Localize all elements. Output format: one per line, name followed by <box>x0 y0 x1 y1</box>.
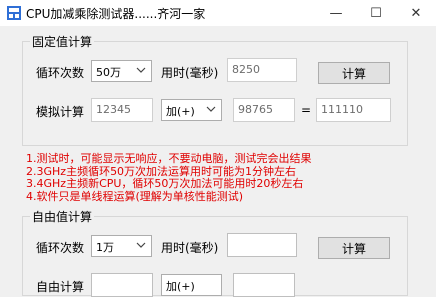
free-time-label: 用时(毫秒) <box>161 241 219 255</box>
fixed-time-label: 用时(毫秒) <box>161 66 219 80</box>
free-time-field[interactable] <box>227 233 297 257</box>
minimize-icon: — <box>329 5 343 21</box>
free-loop-value: 1万 <box>96 241 114 254</box>
fixed-calc-button[interactable]: 计算 <box>318 62 390 84</box>
close-icon: ✕ <box>410 5 422 21</box>
free-calc-button-label: 计算 <box>341 241 366 256</box>
fixed-time-field: 8250 <box>227 58 297 82</box>
note-item: 1.测试时，可能显示无响应，不要动电脑，测试完会出结果 <box>26 152 312 165</box>
free-operand1-field[interactable] <box>91 273 153 297</box>
fixed-group-title: 固定值计算 <box>30 33 95 50</box>
notes-list: 1.测试时，可能显示无响应，不要动电脑，测试完会出结果 2.3GHz主频循环50… <box>26 152 312 203</box>
fixed-calc-button-label: 计算 <box>341 66 366 81</box>
fixed-calc-group <box>22 41 408 146</box>
free-sim-label: 自由计算 <box>36 280 85 294</box>
chevron-down-icon <box>136 67 146 73</box>
window-title: CPU加减乘除测试器......齐河一家 <box>26 7 206 21</box>
chevron-down-icon <box>136 242 146 248</box>
close-button[interactable]: ✕ <box>396 0 436 26</box>
fixed-loop-value: 50万 <box>96 66 121 79</box>
free-loop-label: 循环次数 <box>36 241 85 255</box>
chevron-down-icon <box>206 106 216 112</box>
title-bar: CPU加减乘除测试器......齐河一家 — ☐ ✕ <box>0 0 436 26</box>
note-item: 4.软件只是单线程运算(理解为单核性能测试) <box>26 189 244 203</box>
fixed-loop-select[interactable]: 50万 <box>91 60 152 82</box>
fixed-loop-label: 循环次数 <box>36 66 85 80</box>
free-group-title: 自由值计算 <box>30 208 95 225</box>
fixed-operand1-value: 12345 <box>96 103 131 116</box>
note-item: 3.4GHz主频新CPU，循环50万次加法可能用时20秒左右 <box>26 177 304 190</box>
fixed-operand2-field: 98765 <box>233 98 295 122</box>
fixed-operand2-value: 98765 <box>238 103 273 116</box>
maximize-icon: ☐ <box>370 5 382 21</box>
maximize-button[interactable]: ☐ <box>356 0 396 26</box>
free-operand2-field[interactable] <box>233 273 295 297</box>
free-loop-select[interactable]: 1万 <box>91 235 152 257</box>
app-icon <box>7 6 21 20</box>
fixed-sim-label: 模拟计算 <box>36 105 85 119</box>
free-operator-value: 加(+) <box>166 280 195 293</box>
fixed-operand1-field: 12345 <box>91 98 153 122</box>
fixed-time-value: 8250 <box>232 63 260 76</box>
fixed-result-value: 111110 <box>321 103 363 116</box>
minimize-button[interactable]: — <box>316 0 356 26</box>
fixed-operator-value: 加(+) <box>166 105 195 118</box>
fixed-operator-select[interactable]: 加(+) <box>161 99 222 121</box>
free-operator-select[interactable]: 加(+) <box>161 274 222 296</box>
free-calc-button[interactable]: 计算 <box>318 237 390 259</box>
equals-sign: = <box>301 103 312 117</box>
fixed-result-field: 111110 <box>316 98 391 122</box>
